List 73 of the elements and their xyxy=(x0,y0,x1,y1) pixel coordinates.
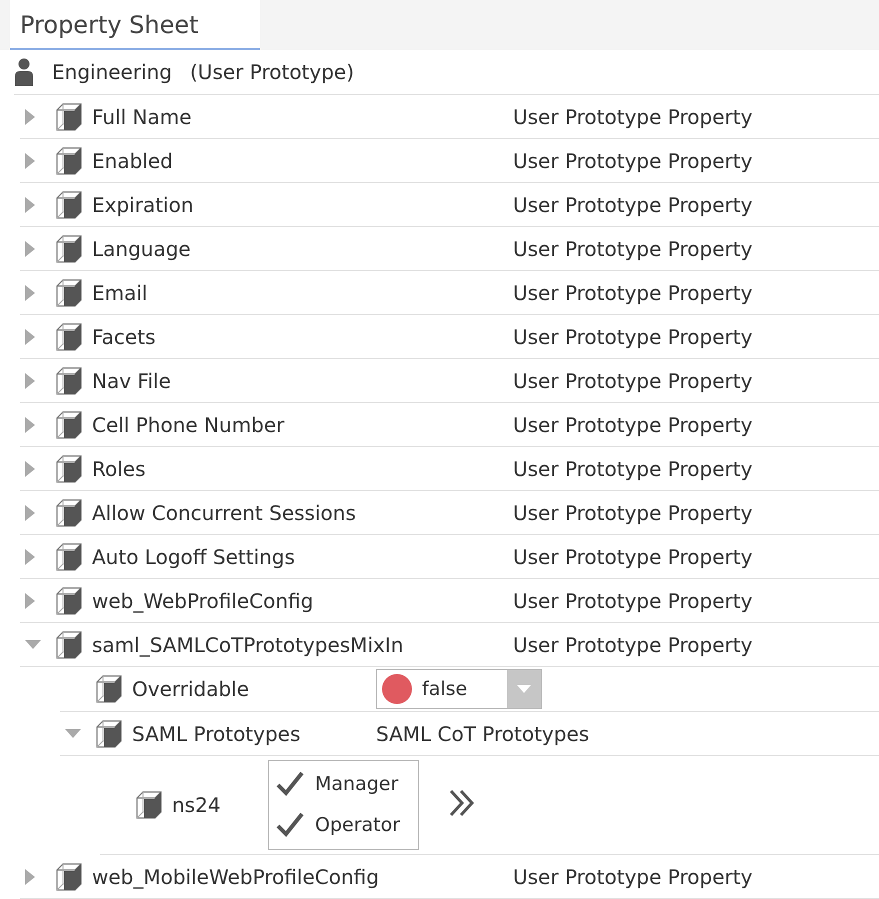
property-value: User Prototype Property xyxy=(513,632,752,656)
prototype-type: (User Prototype) xyxy=(190,60,354,84)
dropdown-value: false xyxy=(422,678,468,700)
property-value: User Prototype Property xyxy=(513,104,752,128)
property-name: Full Name xyxy=(92,104,193,128)
expand-caret-icon[interactable] xyxy=(24,868,36,886)
cube-icon xyxy=(56,498,82,526)
expand-caret-icon[interactable] xyxy=(24,372,36,390)
tab[interactable]: Property Sheet xyxy=(10,0,260,50)
cube-icon xyxy=(56,542,82,570)
property-value: User Prototype Property xyxy=(513,864,752,888)
cube-icon xyxy=(56,410,82,438)
expand-caret-icon[interactable] xyxy=(24,328,36,346)
property-name: Auto Logoff Settings xyxy=(92,544,296,568)
cube-icon xyxy=(56,366,82,394)
cube-icon xyxy=(136,791,162,819)
option-label: Operator xyxy=(315,814,400,836)
expand-caret-icon[interactable] xyxy=(24,548,36,566)
property-name: Allow Concurrent Sessions xyxy=(92,500,357,524)
property-value: User Prototype Property xyxy=(513,588,752,612)
cube-icon xyxy=(56,146,82,174)
property-value: User Prototype Property xyxy=(513,500,752,524)
cube-icon xyxy=(56,586,82,614)
collapse-caret-icon[interactable] xyxy=(64,728,82,740)
cube-icon xyxy=(96,720,122,748)
expand-caret-icon[interactable] xyxy=(24,152,36,170)
cube-icon xyxy=(56,278,82,306)
cube-icon xyxy=(96,675,122,703)
property-name: Expiration xyxy=(92,192,195,216)
expand-caret-icon[interactable] xyxy=(24,284,36,302)
expand-caret-icon[interactable] xyxy=(24,240,36,258)
property-name: web_MobileWebProfileConfig xyxy=(92,864,380,888)
cube-icon xyxy=(56,322,82,350)
collapse-caret-icon[interactable] xyxy=(24,638,42,650)
value-dropdown[interactable]: false xyxy=(376,669,542,709)
expand-caret-icon[interactable] xyxy=(24,108,36,126)
cube-icon xyxy=(56,630,82,658)
property-value: User Prototype Property xyxy=(513,412,752,436)
user-icon xyxy=(14,58,34,86)
cube-icon xyxy=(56,234,82,262)
property-value: User Prototype Property xyxy=(513,368,752,392)
property-name: Enabled xyxy=(92,148,174,172)
property-value: User Prototype Property xyxy=(513,280,752,304)
expand-caret-icon[interactable] xyxy=(24,460,36,478)
expand-caret-icon[interactable] xyxy=(24,592,36,610)
dropdown-arrow-icon[interactable] xyxy=(517,685,531,693)
property-value: User Prototype Property xyxy=(513,544,752,568)
property-name: web_WebProfileConfig xyxy=(92,588,314,612)
option-label: Manager xyxy=(315,772,398,794)
expand-caret-icon[interactable] xyxy=(24,416,36,434)
property-value: SAML CoT Prototypes xyxy=(376,722,590,746)
property-value: User Prototype Property xyxy=(513,192,752,216)
property-name: Cell Phone Number xyxy=(92,412,286,436)
property-value: User Prototype Property xyxy=(513,236,752,260)
property-name: Language xyxy=(92,236,192,260)
prototype-name: Engineering xyxy=(52,60,172,84)
property-name: Nav File xyxy=(92,368,172,392)
property-value: User Prototype Property xyxy=(513,148,752,172)
property-name: SAML Prototypes xyxy=(132,722,302,746)
property-name: saml_SAMLCoTPrototypesMixIn xyxy=(92,632,404,656)
property-value: User Prototype Property xyxy=(513,324,752,348)
property-name: Email xyxy=(92,280,148,304)
property-value: User Prototype Property xyxy=(513,456,752,480)
property-name: ns24 xyxy=(172,793,222,817)
property-name: Facets xyxy=(92,324,156,348)
property-name: Overridable xyxy=(132,677,250,701)
cube-icon xyxy=(56,102,82,130)
cube-icon xyxy=(56,454,82,482)
cube-icon xyxy=(56,190,82,218)
expand-caret-icon[interactable] xyxy=(24,196,36,214)
cube-icon xyxy=(56,862,82,890)
property-name: Roles xyxy=(92,456,147,480)
expand-caret-icon[interactable] xyxy=(24,504,36,522)
